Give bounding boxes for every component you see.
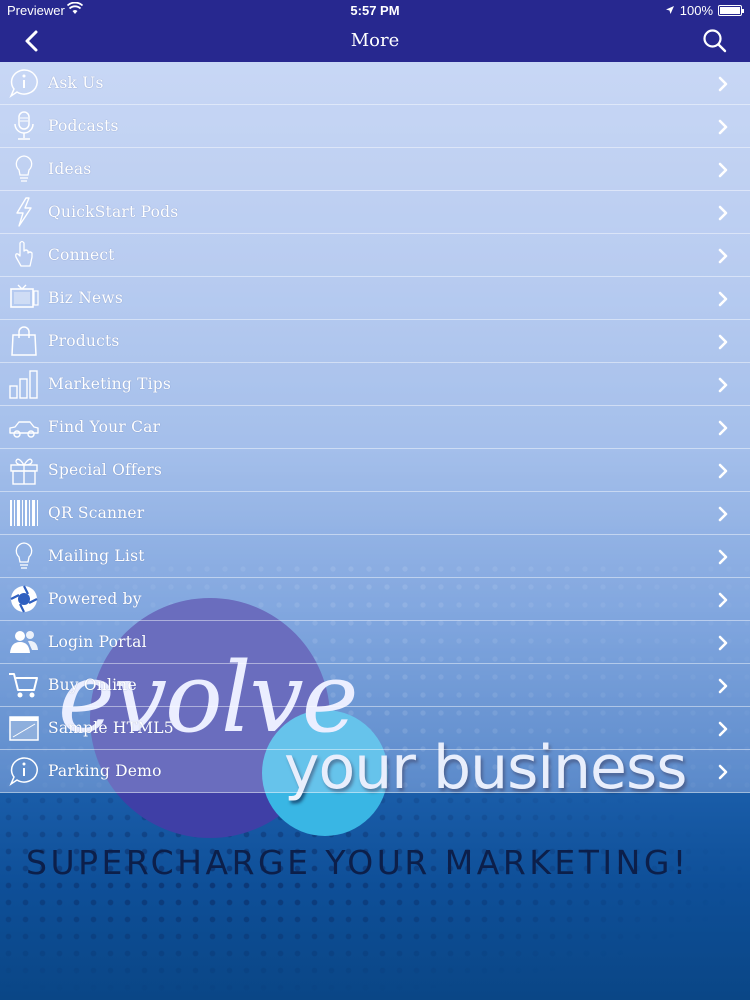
battery-percent: 100%: [679, 3, 713, 18]
menu-item-label: QuickStart Pods: [48, 203, 179, 221]
search-button[interactable]: [700, 26, 730, 56]
chevron-right-icon: [718, 291, 728, 307]
chevron-right-icon: [718, 678, 728, 694]
car-icon: [0, 406, 48, 449]
menu-item-marketing-tips[interactable]: Marketing Tips: [0, 363, 750, 406]
lightbulb-icon: [0, 535, 48, 578]
tv-icon: [0, 277, 48, 320]
navigation-bar: More: [0, 20, 750, 62]
lightbulb-icon: [0, 148, 48, 191]
chevron-right-icon: [718, 721, 728, 737]
menu-item-login-portal[interactable]: Login Portal: [0, 621, 750, 664]
chevron-right-icon: [718, 119, 728, 135]
menu-item-special-offers[interactable]: Special Offers: [0, 449, 750, 492]
menu-item-ask-us[interactable]: Ask Us: [0, 62, 750, 105]
barcode-icon: [0, 492, 48, 535]
menu-item-label: Biz News: [48, 289, 123, 307]
chevron-right-icon: [718, 549, 728, 565]
chevron-right-icon: [718, 377, 728, 393]
page-title: More: [350, 30, 400, 51]
users-icon: [0, 621, 48, 664]
menu-item-label: Ask Us: [48, 74, 104, 92]
info-bubble-icon: [0, 62, 48, 105]
chevron-right-icon: [718, 635, 728, 651]
lightning-icon: [0, 191, 48, 234]
chevron-right-icon: [718, 506, 728, 522]
menu-item-podcasts[interactable]: Podcasts: [0, 105, 750, 148]
menu-item-label: Podcasts: [48, 117, 119, 135]
status-bar: Previewer 5:57 PM 100%: [0, 0, 750, 20]
menu-list: Ask Us Podcasts Ideas QuickStart Pods Co…: [0, 62, 750, 793]
menu-item-products[interactable]: Products: [0, 320, 750, 363]
menu-item-quickstart-pods[interactable]: QuickStart Pods: [0, 191, 750, 234]
menu-item-label: Products: [48, 332, 120, 350]
menu-item-biz-news[interactable]: Biz News: [0, 277, 750, 320]
menu-item-sample-html5[interactable]: Sample HTML5: [0, 707, 750, 750]
chevron-right-icon: [718, 334, 728, 350]
menu-item-label: Special Offers: [48, 461, 162, 479]
menu-item-label: Parking Demo: [48, 762, 162, 780]
banner-tagline: SUPERCHARGE YOUR MARKETING!: [26, 843, 690, 882]
status-right-group: 100%: [665, 3, 744, 18]
chevron-right-icon: [718, 76, 728, 92]
chevron-right-icon: [718, 205, 728, 221]
shopping-bag-icon: [0, 320, 48, 363]
menu-item-label: Find Your Car: [48, 418, 161, 436]
chevron-right-icon: [718, 162, 728, 178]
info-bubble-icon: [0, 750, 48, 793]
menu-item-label: Mailing List: [48, 547, 145, 565]
menu-item-label: Connect: [48, 246, 115, 264]
chevron-right-icon: [718, 463, 728, 479]
menu-item-label: Login Portal: [48, 633, 147, 651]
menu-item-label: Sample HTML5: [48, 719, 174, 737]
chevron-right-icon: [718, 420, 728, 436]
banner-lower-dot-pattern: [0, 792, 750, 1000]
chevron-right-icon: [718, 764, 728, 780]
menu-item-label: Ideas: [48, 160, 92, 178]
menu-item-buy-online[interactable]: Buy Online: [0, 664, 750, 707]
menu-item-ideas[interactable]: Ideas: [0, 148, 750, 191]
menu-item-connect[interactable]: Connect: [0, 234, 750, 277]
shopping-cart-icon: [0, 664, 48, 707]
chevron-right-icon: [718, 592, 728, 608]
battery-icon: [718, 5, 744, 16]
microphone-icon: [0, 105, 48, 148]
menu-item-label: Powered by: [48, 590, 142, 608]
menu-item-find-your-car[interactable]: Find Your Car: [0, 406, 750, 449]
menu-item-label: Buy Online: [48, 676, 137, 694]
menu-item-qr-scanner[interactable]: QR Scanner: [0, 492, 750, 535]
menu-item-parking-demo[interactable]: Parking Demo: [0, 750, 750, 793]
chevron-right-icon: [718, 248, 728, 264]
menu-item-label: Marketing Tips: [48, 375, 172, 393]
bar-chart-icon: [0, 363, 48, 406]
menu-item-powered-by[interactable]: Powered by: [0, 578, 750, 621]
status-time: 5:57 PM: [350, 3, 400, 18]
location-arrow-icon: [665, 3, 675, 18]
aperture-icon: [0, 578, 48, 621]
pointing-hand-icon: [0, 234, 48, 277]
search-icon: [703, 29, 727, 53]
menu-item-label: QR Scanner: [48, 504, 145, 522]
browser-window-icon: [0, 707, 48, 750]
gift-icon: [0, 449, 48, 492]
menu-item-mailing-list[interactable]: Mailing List: [0, 535, 750, 578]
